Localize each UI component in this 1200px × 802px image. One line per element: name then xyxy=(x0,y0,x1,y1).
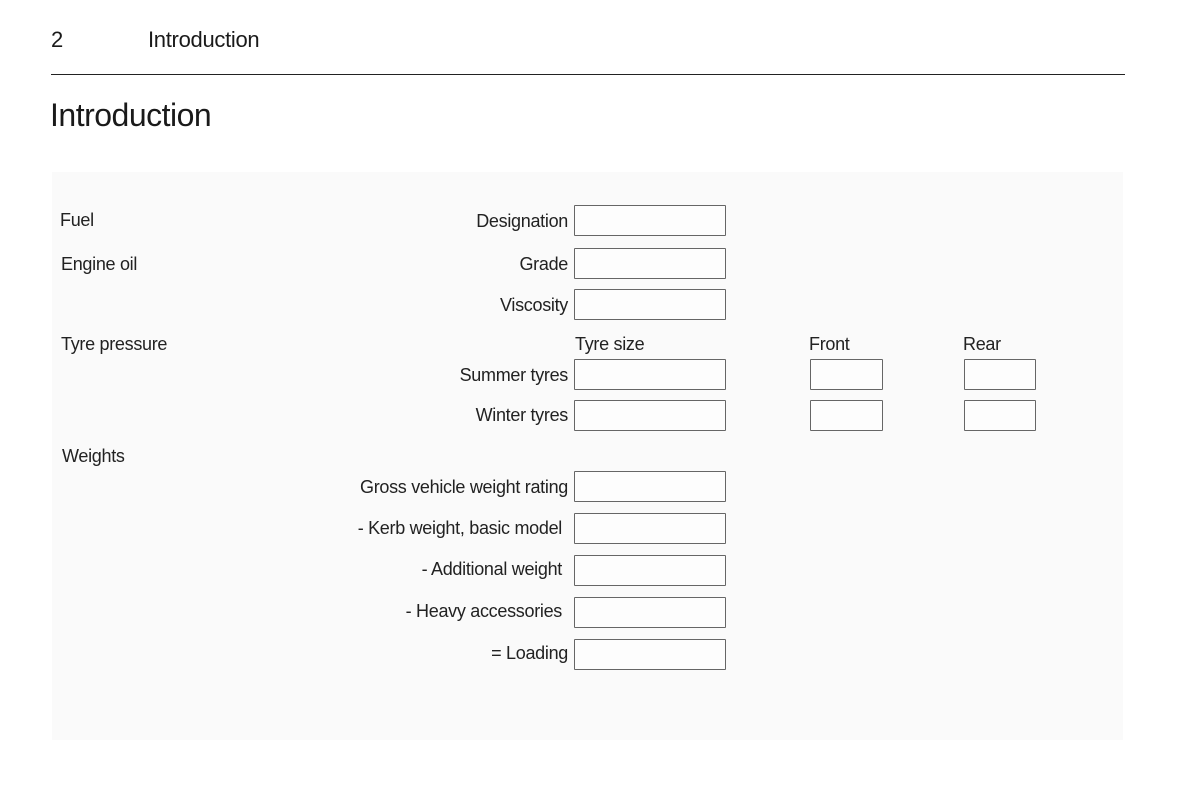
section-label-tyre-pressure: Tyre pressure xyxy=(61,334,168,354)
running-header-title: Introduction xyxy=(148,27,260,52)
engine-oil-viscosity-field[interactable] xyxy=(574,289,726,320)
additional-weight-label: - Additional weight xyxy=(421,559,563,579)
designation-label: Designation xyxy=(476,211,568,231)
loading-field[interactable] xyxy=(574,639,726,670)
column-header-front: Front xyxy=(809,334,850,354)
kerb-weight-label: - Kerb weight, basic model xyxy=(357,518,563,538)
column-header-tyre-size: Tyre size xyxy=(575,334,645,354)
header-divider xyxy=(51,74,1125,75)
section-label-fuel: Fuel xyxy=(60,210,94,230)
heavy-accessories-field[interactable] xyxy=(574,597,726,628)
winter-tyre-size-field[interactable] xyxy=(574,400,726,431)
engine-oil-grade-field[interactable] xyxy=(574,248,726,279)
summer-tyres-label: Summer tyres xyxy=(459,365,569,385)
summer-tyre-size-field[interactable] xyxy=(574,359,726,390)
section-label-engine-oil: Engine oil xyxy=(61,254,138,274)
column-header-rear: Rear xyxy=(963,334,1001,354)
winter-front-pressure-field[interactable] xyxy=(810,400,883,431)
viscosity-label: Viscosity xyxy=(500,295,568,315)
gross-vehicle-weight-rating-label: Gross vehicle weight rating xyxy=(360,477,568,497)
grade-label: Grade xyxy=(519,254,568,274)
gross-vehicle-weight-rating-field[interactable] xyxy=(574,471,726,502)
page-number: 2 xyxy=(51,27,64,52)
section-label-weights: Weights xyxy=(62,446,125,466)
additional-weight-field[interactable] xyxy=(574,555,726,586)
fuel-designation-field[interactable] xyxy=(574,205,726,236)
loading-label: = Loading xyxy=(491,643,568,663)
heavy-accessories-label: - Heavy accessories xyxy=(405,601,563,621)
kerb-weight-field[interactable] xyxy=(574,513,726,544)
winter-rear-pressure-field[interactable] xyxy=(964,400,1036,431)
winter-tyres-label: Winter tyres xyxy=(475,405,569,425)
summer-rear-pressure-field[interactable] xyxy=(964,359,1036,390)
summer-front-pressure-field[interactable] xyxy=(810,359,883,390)
page-title: Introduction xyxy=(50,97,212,133)
